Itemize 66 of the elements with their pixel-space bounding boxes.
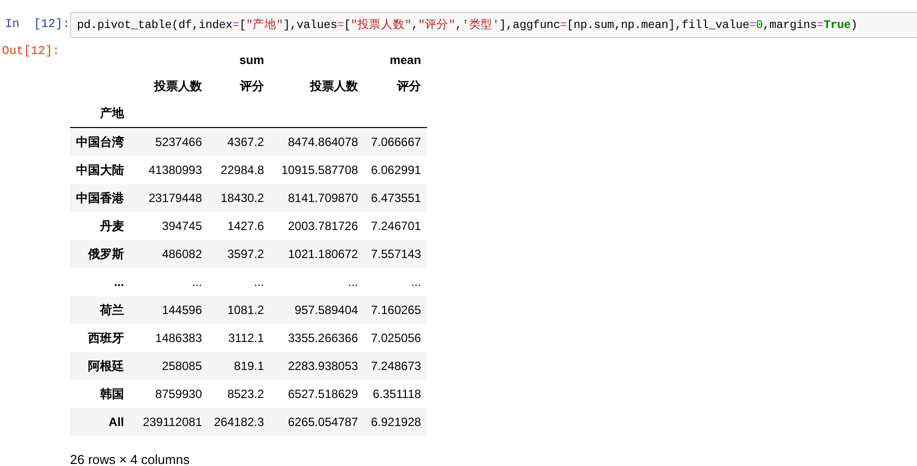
table-cell: 5237466	[155, 135, 202, 149]
output-prompt: Out[12]:	[1, 44, 61, 58]
table-cell: 258085	[162, 359, 202, 373]
table-cell: 4367.2	[227, 135, 264, 149]
row-label: 俄罗斯	[88, 246, 124, 260]
table-cell: 7.248673	[371, 359, 422, 373]
table-shape-note: 26 rows × 4 columns	[70, 452, 191, 466]
table-cell: 6265.054787	[288, 415, 358, 429]
row-label: 荷兰	[100, 302, 124, 316]
table-cell: 8523.2	[227, 387, 264, 401]
table-cell: 7.066667	[371, 135, 422, 149]
table-cell: 7.025056	[371, 331, 422, 345]
table-cell: 18430.2	[220, 191, 264, 205]
row-label: ...	[114, 275, 124, 289]
table-cell: 3112.1	[228, 331, 264, 345]
table-cell: 6.921928	[371, 415, 422, 429]
table-cell: 10915.587708	[281, 163, 358, 177]
table-cell: 264182.3	[214, 415, 264, 429]
row-label: All	[108, 415, 124, 429]
row-label: 韩国	[100, 386, 124, 400]
column-header: 评分	[240, 79, 264, 93]
row-label: 中国台湾	[76, 134, 124, 148]
table-cell: ...	[411, 275, 422, 289]
table-cell: 1081.2	[227, 303, 264, 317]
table-cell: 957.589404	[294, 303, 358, 317]
table-cell: ...	[192, 275, 202, 289]
table-cell: 1427.6	[227, 219, 264, 233]
row-label: 丹麦	[100, 218, 124, 232]
row-label: 中国香港	[76, 190, 124, 204]
table-cell: 6.351118	[372, 387, 422, 401]
column-header: 评分	[397, 79, 422, 93]
table-cell: 3597.2	[227, 247, 264, 261]
table-cell: 6.473551	[371, 191, 422, 205]
row-label: 中国大陆	[76, 162, 124, 176]
table-cell: 7.160265	[371, 303, 422, 317]
row-label: 西班牙	[88, 330, 124, 344]
column-header: 投票人数	[154, 79, 202, 93]
table-cell: 6.062991	[371, 163, 422, 177]
table-cell: 7.246701	[371, 219, 422, 233]
table-cell: 819.1	[234, 359, 264, 373]
column-header: 投票人数	[310, 79, 358, 93]
table-cell: 1021.180672	[288, 247, 358, 261]
row-label: 阿根廷	[88, 358, 124, 372]
input-prompt: In [12]:	[4, 16, 70, 31]
table-cell: 23179448	[148, 191, 202, 205]
table-cell: 2003.781726	[288, 219, 358, 233]
table-cell: 8474.864078	[288, 135, 358, 149]
table-cell: 22984.8	[220, 163, 264, 177]
table-cell: 41380993	[148, 163, 202, 177]
table-cell: 394745	[162, 219, 202, 233]
index-name: 产地	[100, 106, 124, 120]
table-cell: 6527.518629	[288, 387, 358, 401]
table-cell: 2283.938053	[288, 359, 358, 373]
table-cell: 7.557143	[371, 247, 422, 261]
table-cell: 3355.266366	[288, 331, 358, 345]
table-cell: 1486383	[155, 331, 202, 345]
code-input[interactable]: pd.pivot_table(df,index=["产地"],values=["投票人数","评分",'类型'],aggfunc=[np.sum,np.mean],fill_value=0,margins=True)	[70, 12, 917, 38]
column-group-header: sum	[239, 52, 264, 66]
table-cell: 144596	[162, 303, 202, 317]
table-cell: 8759930	[155, 387, 202, 401]
table-cell: 8141.709870	[288, 191, 358, 205]
table-cell: 239112081	[142, 415, 202, 429]
table-cell: ...	[254, 275, 264, 289]
column-group-header: mean	[390, 52, 422, 66]
table-cell: 486082	[162, 247, 202, 261]
table-cell: ...	[348, 275, 358, 289]
